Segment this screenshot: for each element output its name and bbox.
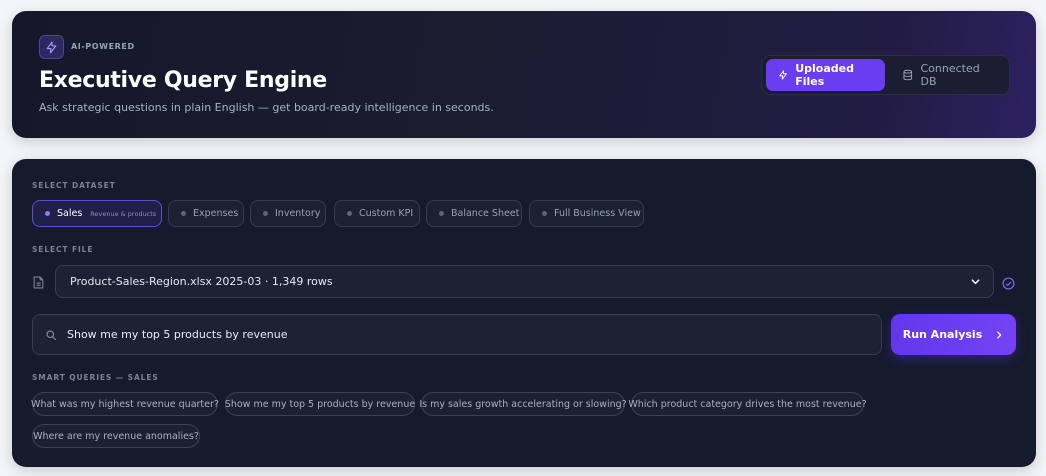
query-box bbox=[32, 314, 882, 355]
file-select[interactable]: Product-Sales-Region.xlsx 2025-03 · 1,34… bbox=[55, 265, 994, 298]
bolt-icon bbox=[39, 35, 64, 59]
file-select-value: Product-Sales-Region.xlsx 2025-03 · 1,34… bbox=[70, 275, 333, 288]
hero-card: AI-POWERED Executive Query Engine Ask st… bbox=[12, 11, 1036, 138]
bolt-icon bbox=[779, 70, 787, 80]
dataset-chip-expenses[interactable]: Expenses bbox=[168, 200, 244, 227]
check-circle-icon bbox=[1002, 275, 1015, 294]
connected-db-label: Connected DB bbox=[920, 62, 980, 88]
dataset-chip-inventory[interactable]: Inventory bbox=[250, 200, 326, 227]
connected-db-button[interactable]: Connected DB bbox=[890, 59, 1008, 91]
dataset-chip-full-business-view[interactable]: Full Business View bbox=[529, 200, 644, 227]
dataset-chip-custom-kpi[interactable]: Custom KPI bbox=[334, 200, 420, 227]
smart-query-chip[interactable]: Where are my revenue anomalies? bbox=[32, 424, 200, 448]
dataset-chip-sales[interactable]: Sales Revenue & products bbox=[32, 200, 162, 227]
search-icon bbox=[46, 329, 57, 340]
smart-query-chip[interactable]: What was my highest revenue quarter? bbox=[31, 392, 219, 416]
smart-queries-label: SMART QUERIES — SALES bbox=[32, 373, 159, 382]
select-file-label: SELECT FILE bbox=[32, 245, 94, 254]
uploaded-files-button[interactable]: Uploaded Files bbox=[766, 59, 885, 91]
run-analysis-label: Run Analysis bbox=[902, 328, 983, 341]
smart-query-chip[interactable]: Is my sales growth accelerating or slowi… bbox=[419, 392, 627, 416]
database-icon bbox=[903, 69, 913, 81]
query-input[interactable] bbox=[67, 328, 869, 341]
page-title: Executive Query Engine bbox=[39, 68, 327, 93]
ai-badge: AI-POWERED bbox=[71, 42, 135, 51]
page-subtitle: Ask strategic questions in plain English… bbox=[39, 101, 494, 114]
uploaded-files-label: Uploaded Files bbox=[795, 62, 854, 88]
select-dataset-label: SELECT DATASET bbox=[32, 181, 116, 190]
source-toggle: Uploaded Files Connected DB bbox=[761, 55, 1010, 95]
file-icon bbox=[33, 274, 44, 293]
query-card: SELECT DATASET Sales Revenue & products … bbox=[12, 159, 1036, 467]
smart-query-chip[interactable]: Which product category drives the most r… bbox=[628, 392, 867, 416]
dataset-chip-balance-sheet[interactable]: Balance Sheet bbox=[426, 200, 522, 227]
chevron-down-icon bbox=[971, 279, 980, 285]
smart-query-chip[interactable]: Show me my top 5 products by revenue bbox=[225, 392, 415, 416]
run-analysis-button[interactable]: Run Analysis bbox=[891, 314, 1016, 355]
chevron-right-icon bbox=[997, 330, 1002, 339]
